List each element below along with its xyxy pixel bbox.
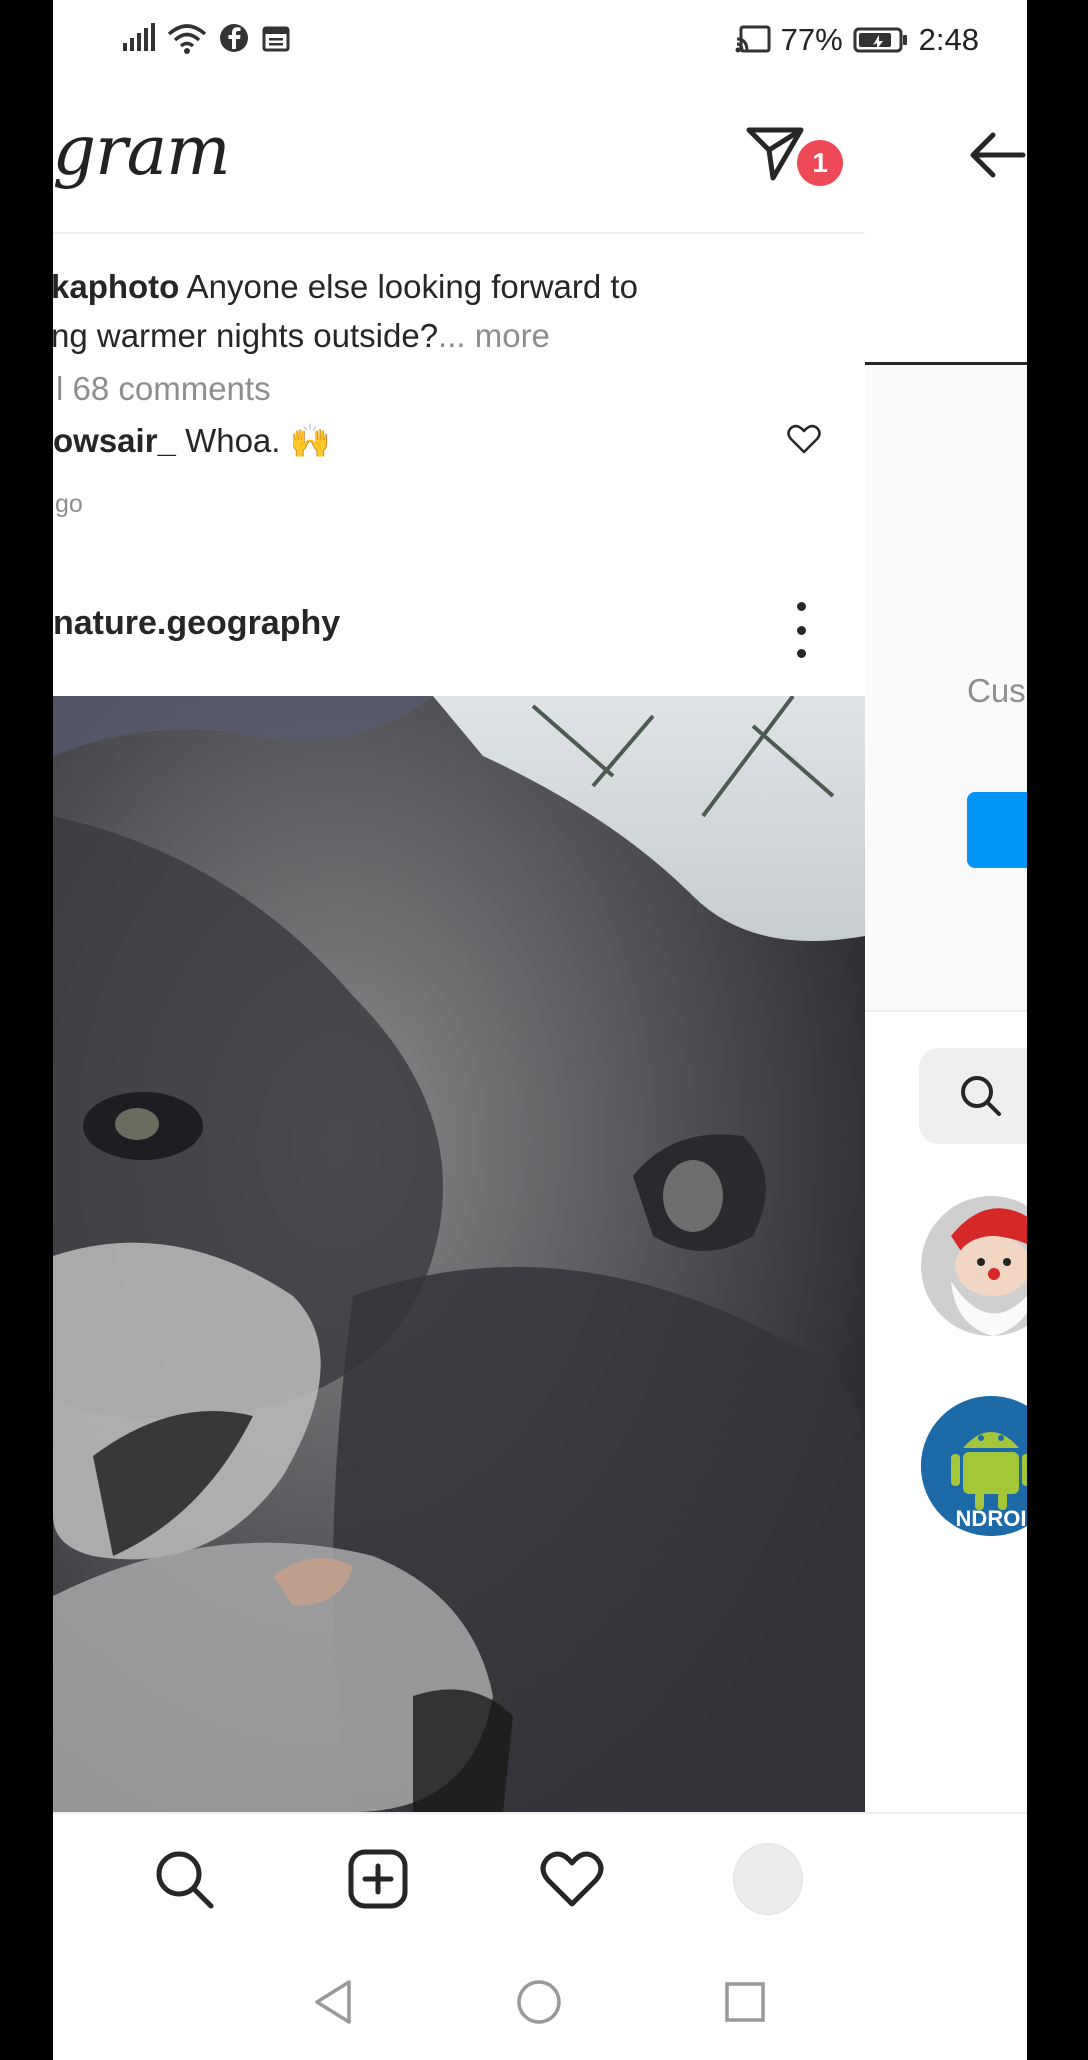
cast-icon	[735, 25, 771, 53]
comment-username[interactable]: owsair_	[53, 422, 176, 459]
comment-text: Whoa. 🙌	[175, 422, 331, 459]
more-options-icon[interactable]	[791, 602, 811, 658]
instagram-logo[interactable]: agram	[53, 112, 231, 191]
santa-avatar[interactable]	[921, 1196, 1027, 1336]
post-timestamp: go	[55, 490, 83, 518]
system-recents-button[interactable]	[715, 1972, 775, 2032]
direct-message-button[interactable]: 1	[743, 120, 843, 190]
home-circle-icon	[517, 1980, 561, 2024]
caption-username[interactable]: kaphoto	[53, 268, 179, 305]
status-bar: 77% 2:48	[53, 0, 1027, 84]
header-divider	[53, 232, 865, 234]
customize-panel: Cus	[865, 366, 1027, 1012]
back-arrow-icon[interactable]	[967, 130, 1027, 180]
caption-text-line2: ng warmer nights outside?	[53, 317, 439, 354]
likes-count[interactable]: kes	[63, 248, 116, 249]
add-post-icon	[348, 1849, 408, 1909]
primary-action-button[interactable]	[967, 792, 1027, 868]
paper-plane-icon	[746, 127, 804, 181]
system-navigation-bar	[53, 1944, 1027, 2060]
post-username[interactable]: nature.geography	[53, 604, 340, 643]
search-icon	[156, 1851, 214, 1909]
feed-pane: agram 1 kes kaphoto Anyone else looking …	[53, 84, 865, 1812]
santa-image	[921, 1196, 1027, 1336]
screen: 77% 2:48 agram 1 kes kaphoto Anyone else…	[53, 0, 1027, 2060]
caption-more-link[interactable]: ... more	[438, 317, 550, 354]
heart-icon	[540, 1851, 604, 1907]
right-pane: Cus NDROI	[865, 84, 1027, 1812]
signal-icon	[123, 23, 155, 51]
tab-underline	[865, 362, 1027, 365]
view-comments-link[interactable]: l 68 comments	[56, 370, 271, 408]
notification-badge: 1	[797, 140, 843, 186]
comment-preview: owsair_ Whoa. 🙌	[53, 422, 331, 461]
back-triangle-icon	[315, 1980, 351, 2024]
android-logo-icon: NDROI	[921, 1396, 1027, 1536]
status-icons-left	[121, 22, 291, 54]
wolf-photo	[53, 696, 865, 1812]
profile-avatar	[733, 1843, 803, 1915]
battery-icon	[853, 27, 907, 53]
nav-search-button[interactable]	[149, 1844, 219, 1914]
bottom-navigation	[53, 1812, 1027, 1946]
calendar-icon	[262, 26, 290, 52]
status-icons-right: 77% 2:48	[735, 22, 979, 58]
android-avatar[interactable]: NDROI	[921, 1396, 1027, 1536]
clock: 2:48	[918, 22, 979, 57]
facebook-icon	[220, 24, 248, 52]
system-back-button[interactable]	[303, 1972, 363, 2032]
caption-text-line1: Anyone else looking forward to	[179, 268, 638, 305]
search-icon	[961, 1076, 1001, 1116]
android-avatar-text: NDROI	[956, 1506, 1027, 1531]
nav-activity-button[interactable]	[537, 1844, 607, 1914]
post-image[interactable]	[53, 696, 865, 1812]
system-home-button[interactable]	[509, 1972, 569, 2032]
comment-like-icon[interactable]	[787, 424, 821, 454]
post-caption: kaphoto Anyone else looking forward to n…	[53, 262, 811, 360]
battery-percent: 77%	[780, 22, 843, 57]
nav-new-post-button[interactable]	[343, 1844, 413, 1914]
wifi-icon	[167, 24, 207, 54]
search-field[interactable]	[919, 1048, 1027, 1144]
recents-square-icon	[725, 1982, 765, 2022]
customize-text: Cus	[967, 672, 1026, 709]
nav-profile-button[interactable]	[733, 1843, 803, 1915]
